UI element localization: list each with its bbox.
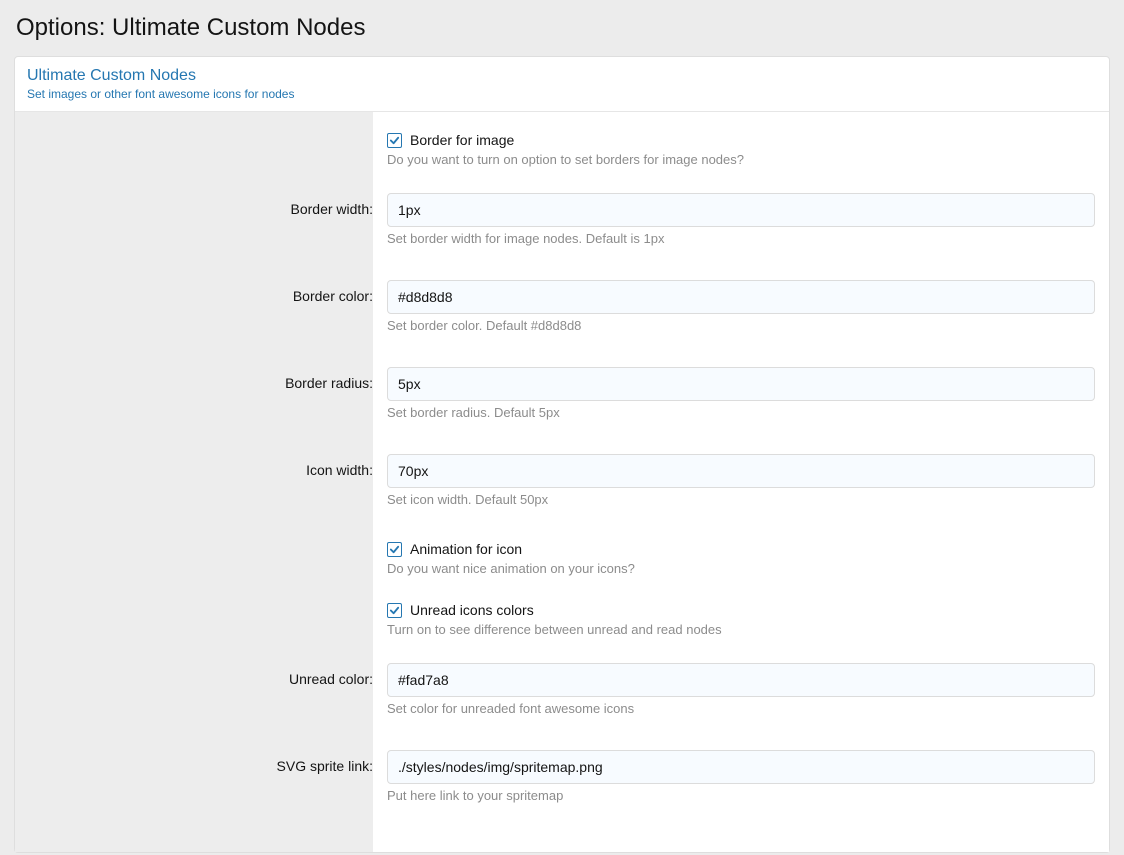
border-width-hint: Set border width for image nodes. Defaul… [387,231,1095,246]
unread-icons-colors-checkbox[interactable] [387,603,402,618]
unread-color-hint: Set color for unreaded font awesome icon… [387,701,1095,716]
options-panel: Ultimate Custom Nodes Set images or othe… [14,56,1110,853]
border-width-label: Border width: [29,193,373,217]
border-radius-hint: Set border radius. Default 5px [387,405,1095,420]
animation-for-icon-checkbox[interactable] [387,542,402,557]
unread-icons-colors-label: Unread icons colors [410,602,534,618]
unread-icons-colors-hint: Turn on to see difference between unread… [387,622,1095,637]
icon-width-hint: Set icon width. Default 50px [387,492,1095,507]
check-icon [389,544,400,555]
page-title: Options: Ultimate Custom Nodes [14,14,1110,42]
border-color-input[interactable] [387,280,1095,314]
border-for-image-hint: Do you want to turn on option to set bor… [387,152,1095,167]
animation-for-icon-label: Animation for icon [410,541,522,557]
unread-color-label: Unread color: [29,663,373,687]
border-color-hint: Set border color. Default #d8d8d8 [387,318,1095,333]
svg-sprite-link-hint: Put here link to your spritemap [387,788,1095,803]
svg-sprite-link-input[interactable] [387,750,1095,784]
icon-width-label: Icon width: [29,454,373,478]
check-icon [389,135,400,146]
border-radius-label: Border radius: [29,367,373,391]
svg-sprite-link-label: SVG sprite link: [29,750,373,774]
animation-for-icon-hint: Do you want nice animation on your icons… [387,561,1095,576]
unread-color-input[interactable] [387,663,1095,697]
border-for-image-checkbox[interactable] [387,133,402,148]
form-sidebar [15,112,373,852]
border-color-label: Border color: [29,280,373,304]
border-width-input[interactable] [387,193,1095,227]
icon-width-input[interactable] [387,454,1095,488]
border-for-image-label: Border for image [410,132,514,148]
tab-subtitle: Set images or other font awesome icons f… [27,87,1097,101]
border-radius-input[interactable] [387,367,1095,401]
check-icon [389,605,400,616]
form-area: Border for image Do you want to turn on … [373,112,1109,852]
panel-tab-header[interactable]: Ultimate Custom Nodes Set images or othe… [15,57,1109,112]
tab-title: Ultimate Custom Nodes [27,67,1097,85]
